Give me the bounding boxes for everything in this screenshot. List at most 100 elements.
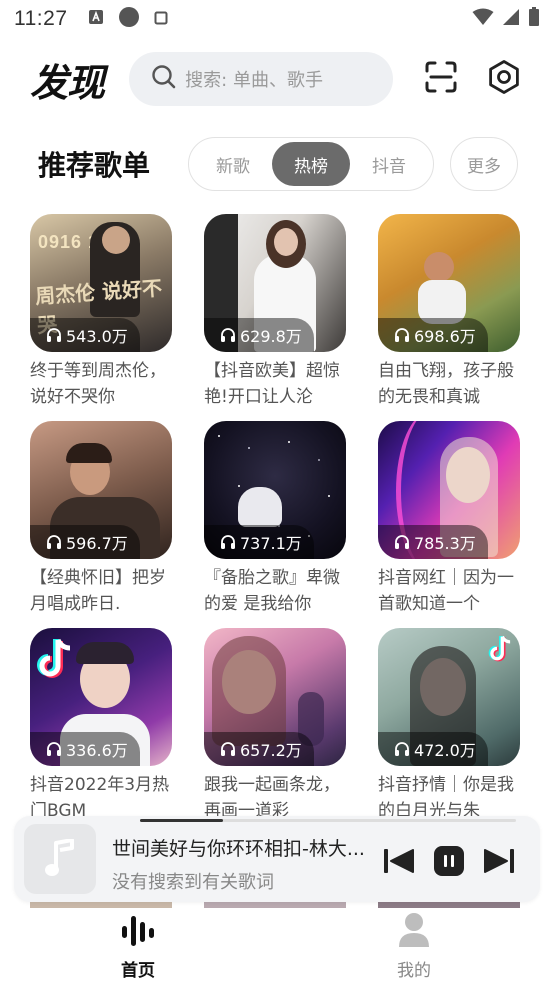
play-count: 336.6万	[66, 741, 128, 760]
status-system-icons	[472, 7, 540, 31]
play-count: 785.3万	[414, 534, 476, 553]
play-count-badge: 698.6万	[378, 318, 488, 352]
previous-button[interactable]	[382, 844, 416, 878]
play-count: 737.1万	[240, 534, 302, 553]
playlist-card[interactable]: 737.1万 『备胎之歌』卑微的爱 是我给你	[204, 421, 346, 628]
playback-progress-fill	[140, 819, 223, 822]
headphones-icon	[47, 742, 61, 756]
playlist-cover: 629.8万	[204, 214, 346, 352]
settings-button[interactable]	[482, 57, 526, 101]
playlist-cover: 336.6万	[30, 628, 172, 766]
signal-icon	[502, 8, 520, 30]
page-logo: 发现	[30, 60, 105, 105]
tab-hot-chart[interactable]: 热榜	[272, 142, 350, 186]
scan-icon	[424, 60, 458, 98]
headphones-icon	[221, 328, 235, 342]
app-notification-icon	[88, 9, 104, 29]
playlist-card[interactable]: 472.0万 抖音抒情｜你是我的白月光与朱	[378, 628, 520, 835]
cover-hair	[66, 443, 112, 463]
skip-next-icon	[484, 849, 514, 873]
person-icon	[399, 913, 429, 947]
cover-hair	[212, 636, 286, 746]
cover-face	[424, 252, 454, 282]
cover-stars	[218, 435, 220, 437]
playlist-cover: 698.6万	[378, 214, 520, 352]
play-count-badge: 336.6万	[30, 732, 140, 766]
play-count-badge: 737.1万	[204, 525, 314, 559]
play-count-badge: 657.2万	[204, 732, 314, 766]
next-button[interactable]	[482, 844, 516, 878]
home-bars-icon	[122, 916, 154, 946]
mini-player[interactable]: 世间美好与你环环相扣-林大... 没有搜索到有关歌词	[14, 816, 540, 902]
headphones-icon	[395, 742, 409, 756]
headphones-icon	[47, 535, 61, 549]
status-time: 11:27	[14, 7, 68, 30]
scan-button[interactable]	[419, 57, 463, 101]
battery-icon	[528, 7, 540, 31]
playlist-card[interactable]: 336.6万 抖音2022年3月热门BGM	[30, 628, 172, 835]
nav-mine[interactable]: 我的	[374, 912, 454, 981]
player-album-art[interactable]	[24, 824, 96, 894]
search-placeholder: 搜索: 单曲、歌手	[185, 70, 323, 91]
cover-face	[102, 226, 130, 254]
play-count: 596.7万	[66, 534, 128, 553]
nav-home[interactable]: 首页	[98, 914, 178, 981]
status-notification-icons	[88, 6, 168, 32]
play-count: 543.0万	[66, 327, 128, 346]
douyin-logo-icon	[36, 636, 76, 686]
playlist-title: 【抖音欧美】超惊艳!开口让人沦	[204, 361, 340, 407]
playlist-title: 终于等到周杰伦，说好不哭你	[30, 361, 166, 407]
nav-mine-label: 我的	[397, 961, 431, 981]
playlist-title: 自由飞翔，孩子般的无畏和真诚	[378, 361, 514, 407]
top-header: 发现 搜索: 单曲、歌手	[0, 50, 554, 108]
playlist-card[interactable]: 698.6万 自由飞翔，孩子般的无畏和真诚	[378, 214, 520, 421]
search-icon	[151, 64, 177, 94]
play-count-badge: 596.7万	[30, 525, 140, 559]
gear-icon	[486, 59, 522, 99]
circle-status-icon	[118, 6, 140, 32]
tab-douyin[interactable]: 抖音	[350, 142, 428, 186]
playlist-title: 【经典怀旧】把岁月唱成昨日.	[30, 568, 166, 614]
headphones-icon	[221, 535, 235, 549]
cover-figure	[238, 487, 282, 527]
more-button[interactable]: 更多	[450, 137, 518, 191]
pause-icon	[434, 846, 464, 876]
playlist-card[interactable]: 629.8万 【抖音欧美】超惊艳!开口让人沦	[204, 214, 346, 421]
playlist-title: 抖音网红｜因为一首歌知道一个	[378, 568, 514, 614]
play-count: 657.2万	[240, 741, 302, 760]
playlist-section-header: 推荐歌单 新歌 热榜 抖音 更多	[0, 136, 554, 192]
headphones-icon	[395, 535, 409, 549]
headphones-icon	[221, 742, 235, 756]
skip-previous-icon	[384, 849, 414, 873]
headphones-icon	[395, 328, 409, 342]
cover-hair	[76, 642, 134, 664]
play-count: 698.6万	[414, 327, 476, 346]
playlist-cover: 657.2万	[204, 628, 346, 766]
playlist-card[interactable]: 785.3万 抖音网红｜因为一首歌知道一个	[378, 421, 520, 628]
lyrics-status: 没有搜索到有关歌词	[112, 872, 274, 893]
playlist-cover: 0916 11PM 周杰伦 说好不哭 543.0万	[30, 214, 172, 352]
playlist-grid: 0916 11PM 周杰伦 说好不哭 543.0万 终于等到周杰伦，说好不哭你 …	[30, 214, 530, 835]
cover-face	[274, 228, 298, 256]
play-count: 472.0万	[414, 741, 476, 760]
wifi-icon	[472, 8, 494, 30]
playlist-card[interactable]: 596.7万 【经典怀旧】把岁月唱成昨日.	[30, 421, 172, 628]
pause-button[interactable]	[432, 844, 466, 878]
nav-home-label: 首页	[121, 961, 155, 981]
play-count-badge: 785.3万	[378, 525, 488, 559]
search-input[interactable]: 搜索: 单曲、歌手	[129, 52, 393, 106]
headphones-icon	[47, 328, 61, 342]
playlist-title: 『备胎之歌』卑微的爱 是我给你	[204, 568, 340, 614]
playlist-cover: 737.1万	[204, 421, 346, 559]
playlist-card[interactable]: 657.2万 跟我一起画条龙，再画一道彩	[204, 628, 346, 835]
section-title: 推荐歌单	[38, 149, 151, 182]
now-playing-title: 世间美好与你环环相扣-林大...	[112, 838, 365, 860]
play-count-badge: 629.8万	[204, 318, 314, 352]
tab-new-songs[interactable]: 新歌	[194, 142, 272, 186]
music-note-icon	[45, 839, 74, 876]
square-status-icon	[154, 10, 168, 29]
play-count: 629.8万	[240, 327, 302, 346]
playlist-card[interactable]: 0916 11PM 周杰伦 说好不哭 543.0万 终于等到周杰伦，说好不哭你	[30, 214, 172, 421]
status-bar: 11:27	[0, 0, 554, 38]
playback-progress[interactable]	[140, 819, 516, 822]
